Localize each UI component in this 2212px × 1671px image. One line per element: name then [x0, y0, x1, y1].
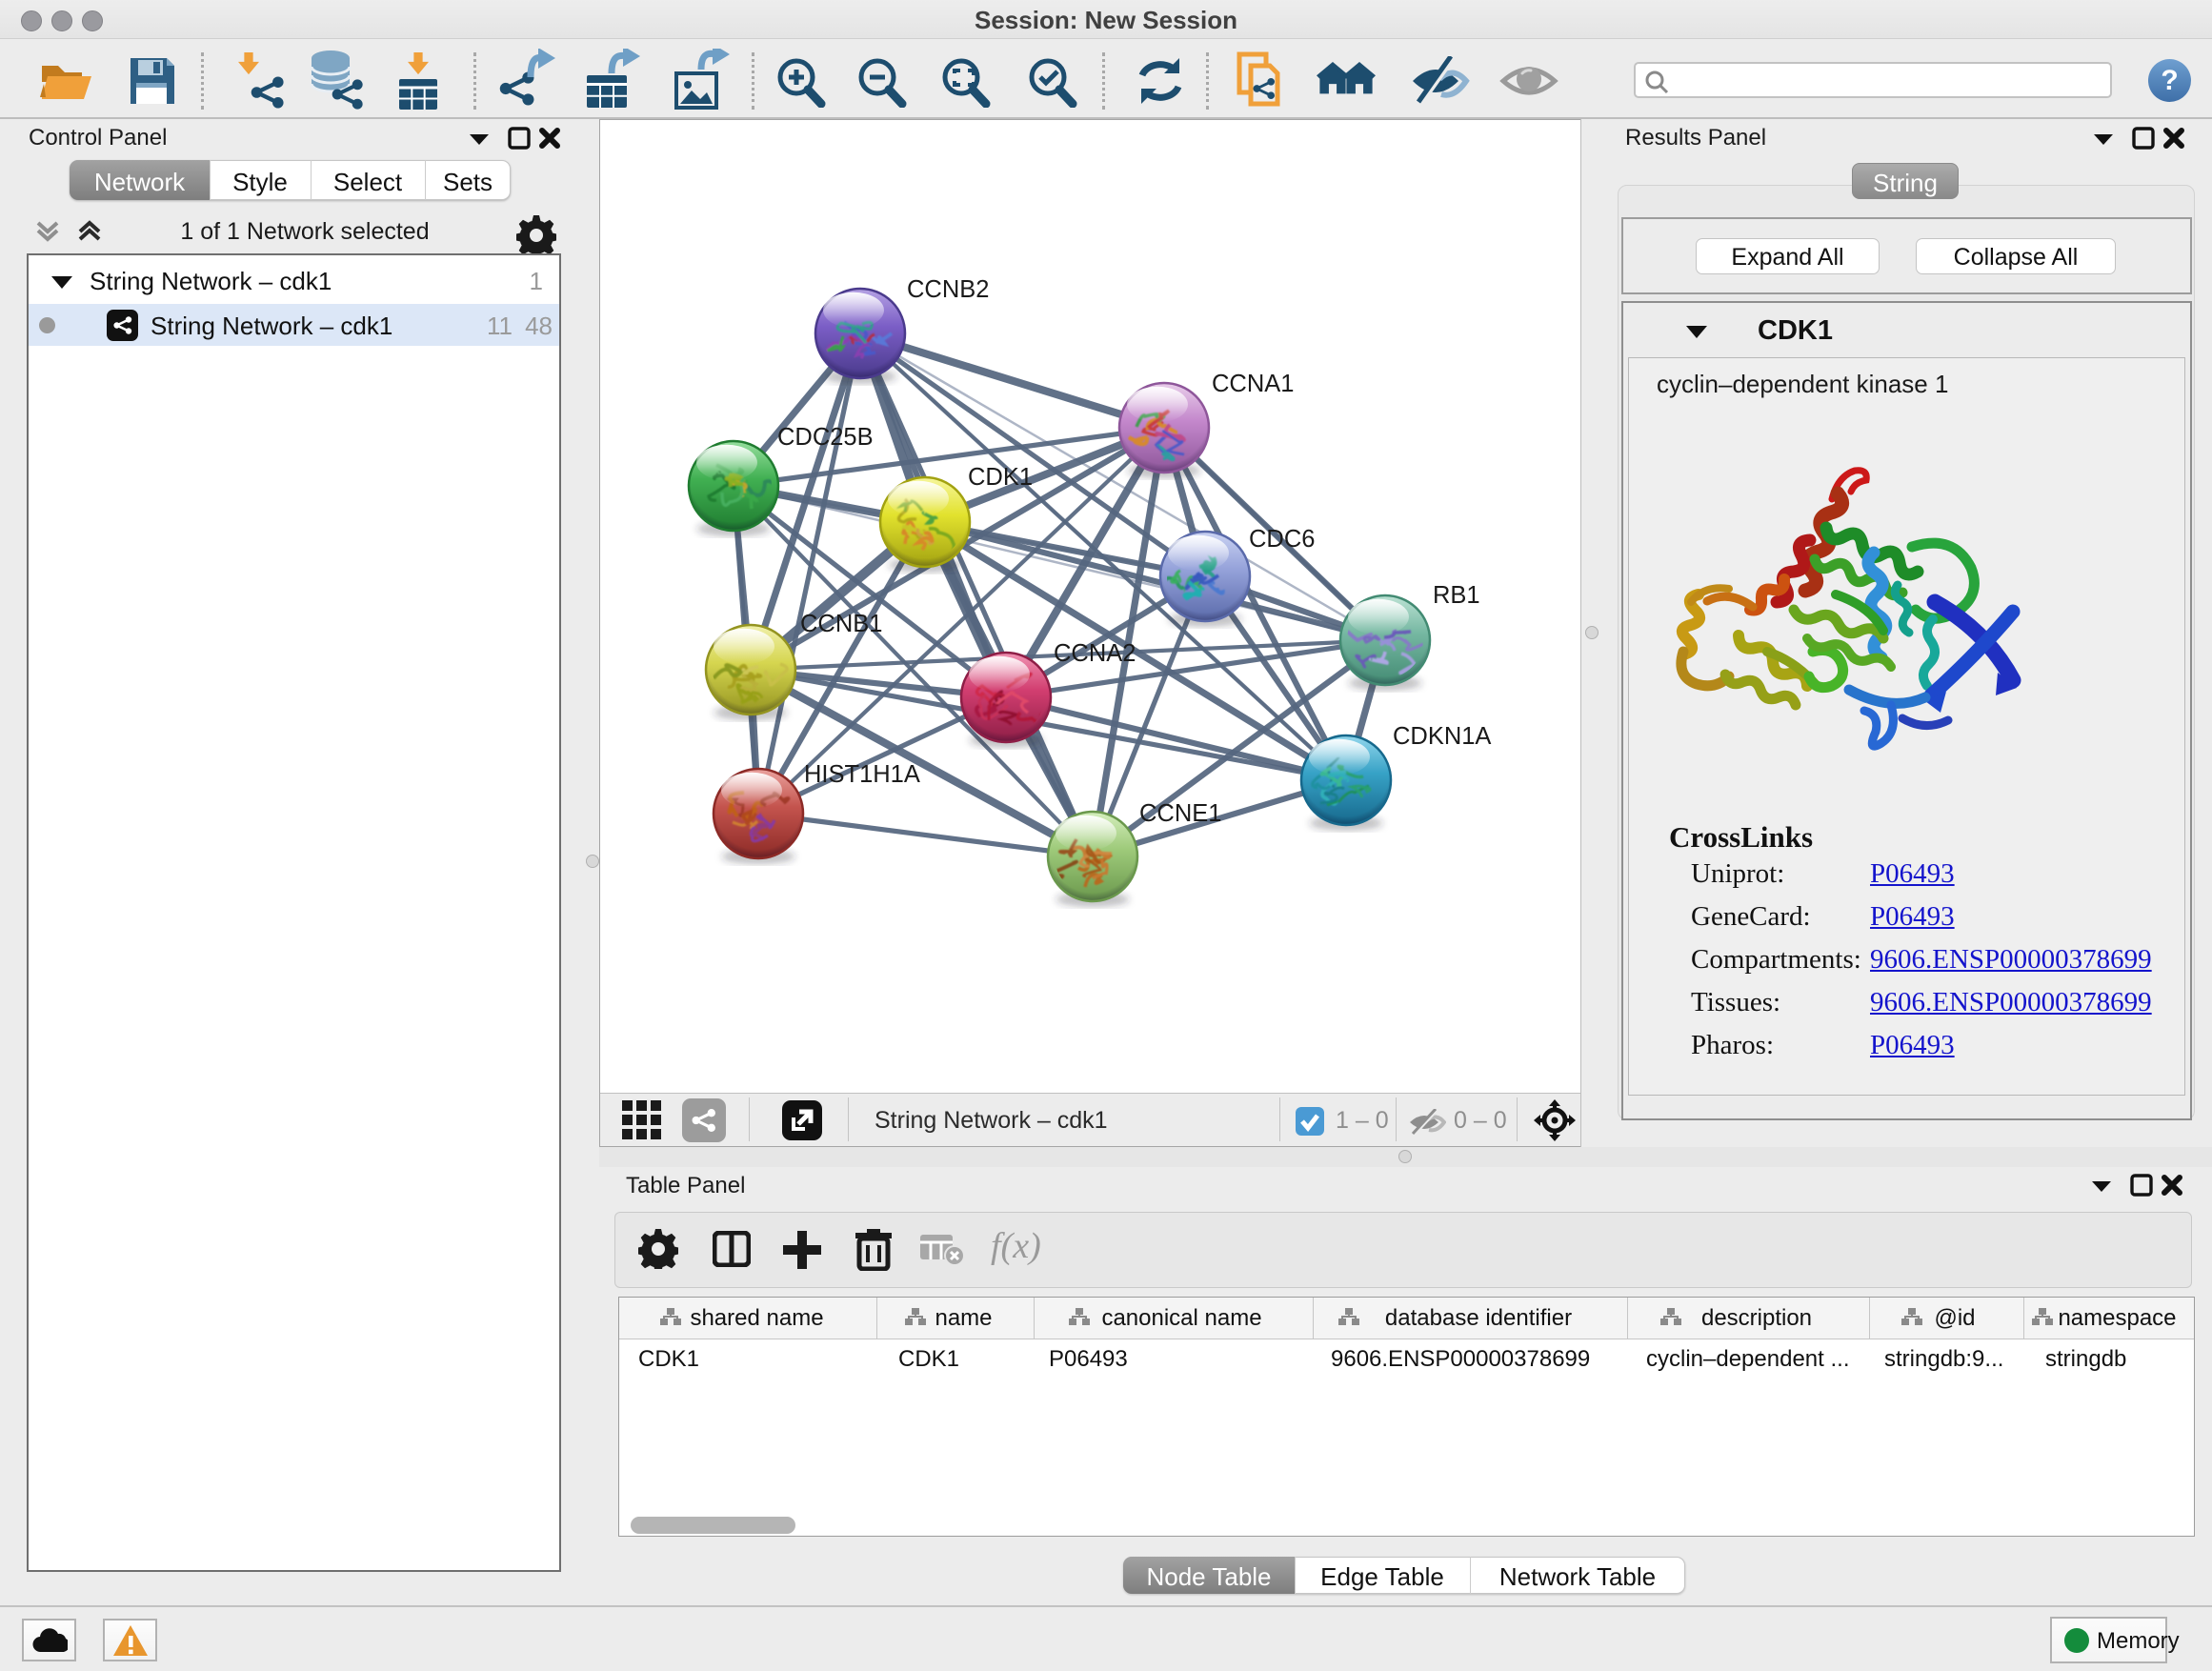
svg-text:CCNB1: CCNB1: [800, 611, 882, 637]
svg-text:HIST1H1A: HIST1H1A: [804, 761, 920, 788]
svg-text:CDC25B: CDC25B: [777, 424, 874, 451]
svg-text:CCNE1: CCNE1: [1139, 800, 1221, 827]
svg-text:CCNA2: CCNA2: [1054, 640, 1136, 667]
svg-text:CDC6: CDC6: [1249, 526, 1315, 553]
svg-text:CCNA1: CCNA1: [1212, 371, 1294, 397]
svg-text:CDK1: CDK1: [968, 464, 1033, 491]
svg-text:CDKN1A: CDKN1A: [1393, 723, 1491, 750]
svg-text:CCNB2: CCNB2: [907, 276, 989, 303]
svg-text:RB1: RB1: [1433, 582, 1480, 609]
